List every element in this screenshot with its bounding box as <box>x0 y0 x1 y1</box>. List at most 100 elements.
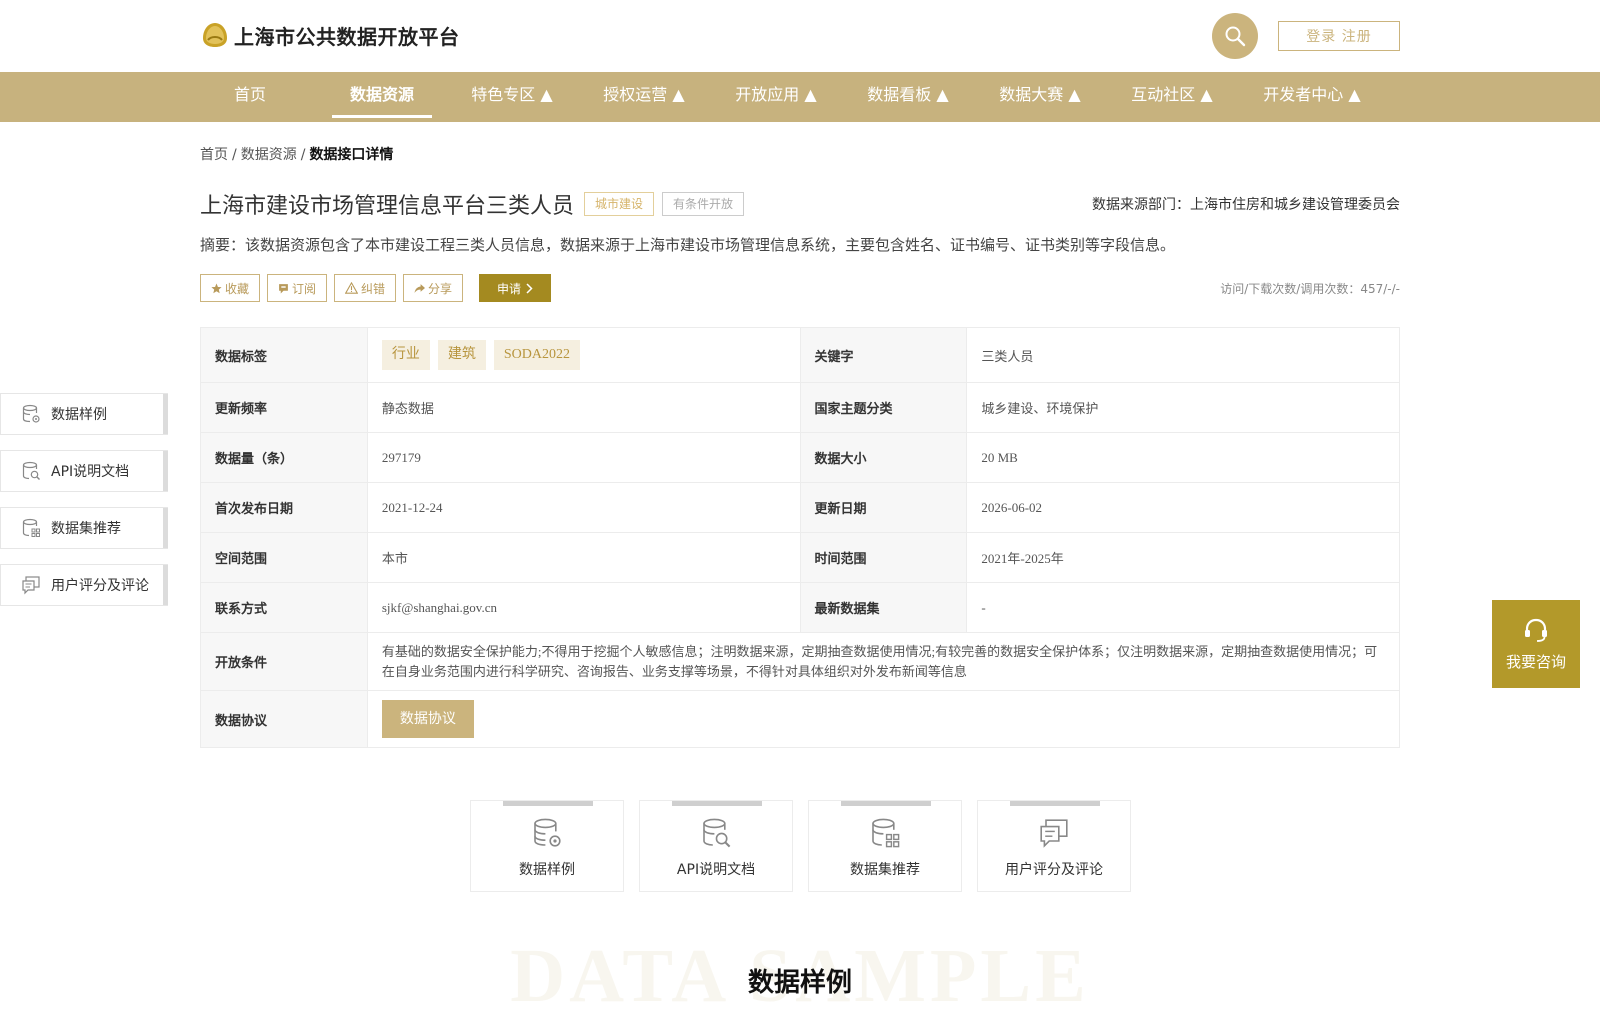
table-row: 数据量（条） 297179 数据大小 20 MB <box>200 432 1400 483</box>
consult-button[interactable]: 我要咨询 <box>1492 600 1580 688</box>
side-nav-data-sample[interactable]: 数据样例 <box>0 393 168 435</box>
site-logo[interactable]: 上海市公共数据开放平台 <box>200 20 460 50</box>
side-nav-api-doc[interactable]: API说明文档 <box>0 450 168 492</box>
search-icon <box>1225 26 1246 47</box>
theme-label: 国家主题分类 <box>799 382 968 433</box>
table-row: 空间范围 本市 时间范围 2021年-2025年 <box>200 532 1400 583</box>
card-reviews[interactable]: 用户评分及评论 <box>977 800 1131 892</box>
action-bar: 收藏 订阅 纠错 分享 申请 <box>200 274 552 302</box>
tag-chip[interactable]: 行业 <box>381 340 430 370</box>
warning-icon <box>345 282 359 294</box>
apply-label: 申请 <box>497 281 522 296</box>
frequency-label: 更新频率 <box>200 382 368 433</box>
nav-community[interactable]: 互动社区 ▲ <box>1122 72 1222 122</box>
protocol-label: 数据协议 <box>200 690 368 748</box>
report-label: 纠错 <box>361 281 386 296</box>
table-row: 开放条件 有基础的数据安全保护能力;不得用于挖掘个人敏感信息；注明数据来源，定期… <box>200 632 1401 691</box>
comment-icon <box>22 576 40 595</box>
nav-featured[interactable]: 特色专区 ▲ <box>462 72 562 122</box>
card-label: 用户评分及评论 <box>1005 862 1103 878</box>
record-count-value: 297179 <box>366 432 801 483</box>
dataset-summary: 摘要：该数据资源包含了本市建设工程三类人员信息，数据来源于上海市建设市场管理信息… <box>200 236 1176 254</box>
section-cards: 数据样例 API说明文档 数据集推荐 用户评分及评论 <box>470 800 1131 892</box>
database-gear-icon <box>534 818 561 847</box>
latest-dataset-label: 最新数据集 <box>799 582 968 633</box>
card-label: 数据集推荐 <box>850 862 920 878</box>
card-label: API说明文档 <box>676 862 756 878</box>
collect-button[interactable]: 收藏 <box>200 274 261 302</box>
breadcrumb-separator: / <box>300 147 306 163</box>
side-nav-label: 数据集推荐 <box>51 521 121 537</box>
side-nav-label: API说明文档 <box>51 464 130 480</box>
table-row: 首次发布日期 2021-12-24 更新日期 2026-06-02 <box>200 482 1400 533</box>
subscribe-label: 订阅 <box>292 281 317 296</box>
subscribe-button[interactable]: 订阅 <box>267 274 328 302</box>
tag-chip[interactable]: SODA2022 <box>493 340 580 370</box>
tag-chip[interactable]: 建筑 <box>437 340 486 370</box>
table-row: 更新频率 静态数据 国家主题分类 城乡建设、环境保护 <box>200 382 1400 433</box>
share-icon <box>414 283 426 293</box>
usage-stats: 访问/下载次数/调用次数：457/-/- <box>1220 282 1400 296</box>
nav-home[interactable]: 首页 <box>220 72 280 122</box>
first-publish-label: 首次发布日期 <box>200 482 368 533</box>
card-recommend[interactable]: 数据集推荐 <box>808 800 962 892</box>
report-error-button[interactable]: 纠错 <box>334 274 397 302</box>
subscribe-icon <box>279 283 288 293</box>
side-nav-reviews[interactable]: 用户评分及评论 <box>0 564 168 606</box>
side-nav-label: 用户评分及评论 <box>51 578 149 594</box>
open-type-tag: 有条件开放 <box>662 192 745 216</box>
database-grid-icon <box>22 518 40 537</box>
side-nav-label: 数据样例 <box>51 407 107 423</box>
tags-label: 数据标签 <box>200 327 368 383</box>
space-range-label: 空间范围 <box>200 532 368 583</box>
table-row: 数据标签 行业 建筑 SODA2022 关键字 三类人员 <box>200 327 1400 383</box>
open-conditions-label: 开放条件 <box>200 632 368 691</box>
protocol-cell: 数据协议 <box>366 690 1401 748</box>
breadcrumb-data-resources[interactable]: 数据资源 <box>241 147 297 163</box>
logo-icon <box>203 23 227 47</box>
nav-open-apps[interactable]: 开放应用 ▲ <box>726 72 826 122</box>
nav-data-resources[interactable]: 数据资源 <box>332 72 432 122</box>
dataset-title: 上海市建设市场管理信息平台三类人员 <box>200 194 575 219</box>
data-protocol-button[interactable]: 数据协议 <box>381 700 474 738</box>
site-header: 上海市公共数据开放平台 登录 注册 <box>0 0 1600 72</box>
headset-icon <box>1525 618 1547 642</box>
card-data-sample[interactable]: 数据样例 <box>470 800 624 892</box>
breadcrumb-separator: / <box>232 147 237 163</box>
section-title: 数据样例 <box>747 968 852 998</box>
first-publish-value: 2021-12-24 <box>366 482 801 533</box>
breadcrumb: 首页 / 数据资源 / 数据接口详情 <box>200 144 393 164</box>
keyword-label: 关键字 <box>799 327 968 383</box>
nav-data-board[interactable]: 数据看板 ▲ <box>858 72 958 122</box>
nav-developer[interactable]: 开发者中心 ▲ <box>1254 72 1370 122</box>
main-nav: 首页 数据资源 特色专区 ▲ 授权运营 ▲ 开放应用 ▲ 数据看板 ▲ 数据大赛… <box>0 72 1600 122</box>
nav-authorized-ops[interactable]: 授权运营 ▲ <box>594 72 694 122</box>
contact-label: 联系方式 <box>200 582 368 633</box>
side-float-nav: 数据样例 API说明文档 数据集推荐 用户评分及评论 <box>0 393 168 621</box>
update-date-value: 2026-06-02 <box>966 482 1400 533</box>
side-nav-recommend[interactable]: 数据集推荐 <box>0 507 168 549</box>
search-button[interactable] <box>1212 13 1258 59</box>
site-title: 上海市公共数据开放平台 <box>234 24 460 49</box>
database-grid-icon <box>872 818 900 848</box>
database-gear-icon <box>22 404 40 423</box>
consult-label: 我要咨询 <box>1505 652 1566 671</box>
keyword-value: 三类人员 <box>966 327 1400 383</box>
card-api-doc[interactable]: API说明文档 <box>639 800 793 892</box>
data-size-value: 20 MB <box>966 432 1400 483</box>
open-conditions-value: 有基础的数据安全保护能力;不得用于挖掘个人敏感信息；注明数据来源，定期抽查数据使… <box>366 632 1401 691</box>
theme-value: 城乡建设、环境保护 <box>966 382 1400 433</box>
share-button[interactable]: 分享 <box>403 274 464 302</box>
space-range-value: 本市 <box>366 532 801 583</box>
title-row: 上海市建设市场管理信息平台三类人员 城市建设 有条件开放 <box>200 188 745 220</box>
category-tag[interactable]: 城市建设 <box>584 192 655 216</box>
nav-data-contest[interactable]: 数据大赛 ▲ <box>990 72 1090 122</box>
login-register-button[interactable]: 登录 注册 <box>1278 21 1400 51</box>
breadcrumb-home[interactable]: 首页 <box>200 147 228 163</box>
apply-button[interactable]: 申请 <box>479 274 552 302</box>
comment-icon <box>1040 819 1068 848</box>
source-department: 数据来源部门：上海市住房和城乡建设管理委员会 <box>1092 197 1400 213</box>
breadcrumb-current: 数据接口详情 <box>309 147 394 163</box>
contact-value[interactable]: sjkf@shanghai.gov.cn <box>366 582 801 633</box>
dataset-info-table: 数据标签 行业 建筑 SODA2022 关键字 三类人员 更新频率 静态数据 国家主… <box>200 327 1401 748</box>
